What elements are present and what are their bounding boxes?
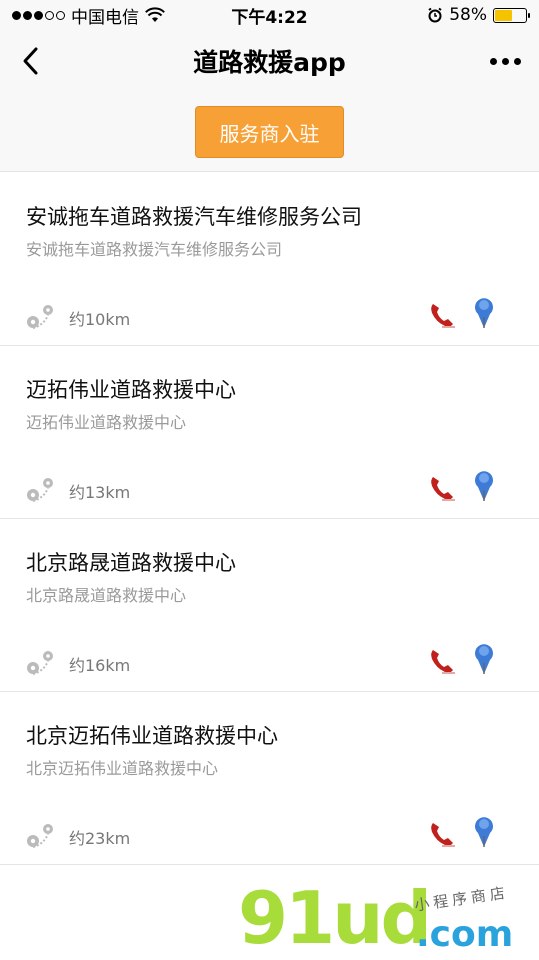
- route-icon: [27, 651, 53, 675]
- battery-level-fill: [495, 9, 513, 21]
- watermark-domain: .com: [416, 914, 514, 955]
- more-dot-icon: [513, 57, 521, 65]
- provider-subtitle: 安诚拖车道路救援汽车维修服务公司: [26, 240, 283, 259]
- phone-icon[interactable]: [428, 474, 456, 502]
- provider-name: 北京迈拓伟业道路救援中心: [26, 724, 278, 748]
- carrier-label: 中国电信: [71, 7, 139, 28]
- service-provider-join-button[interactable]: 服务商入驻: [195, 106, 344, 158]
- provider-name: 北京路晟道路救援中心: [26, 551, 236, 575]
- signal-strength-icon: [12, 10, 65, 20]
- list-item[interactable]: 北京迈拓伟业道路救援中心 北京迈拓伟业道路救援中心 约23km: [0, 692, 539, 865]
- watermark-brand: 91ud: [238, 876, 432, 960]
- back-button[interactable]: [10, 42, 50, 80]
- join-area: 服务商入驻: [0, 92, 539, 172]
- location-pin-icon[interactable]: [472, 641, 496, 675]
- provider-subtitle: 北京路晟道路救援中心: [26, 586, 187, 605]
- wifi-icon: [145, 7, 165, 22]
- status-time: 下午4:22: [231, 7, 308, 28]
- battery-icon: [493, 7, 530, 23]
- location-pin-icon[interactable]: [472, 814, 496, 848]
- nav-bar: 道路救援app: [0, 30, 539, 92]
- phone-icon[interactable]: [428, 301, 456, 329]
- distance-label: 约10km: [69, 310, 131, 329]
- more-dot-icon: [489, 57, 497, 65]
- list-item[interactable]: 北京路晟道路救援中心 北京路晟道路救援中心 约16km: [0, 519, 539, 692]
- location-pin-icon[interactable]: [472, 295, 496, 329]
- phone-icon[interactable]: [428, 820, 456, 848]
- provider-name: 安诚拖车道路救援汽车维修服务公司: [26, 205, 362, 229]
- page-title: 道路救援app: [193, 48, 346, 77]
- route-icon: [27, 824, 53, 848]
- alarm-clock-icon: [428, 7, 442, 23]
- list-item[interactable]: 迈拓伟业道路救援中心 迈拓伟业道路救援中心 约13km: [0, 346, 539, 519]
- watermark-logo: 91ud 小程序商店 .com: [238, 880, 538, 958]
- distance-label: 约23km: [69, 829, 131, 848]
- battery-percent: 58%: [449, 5, 487, 25]
- provider-list: 安诚拖车道路救援汽车维修服务公司 安诚拖车道路救援汽车维修服务公司 约10km …: [0, 173, 539, 865]
- distance-label: 约16km: [69, 656, 131, 675]
- status-right: 58%: [327, 5, 530, 25]
- phone-icon[interactable]: [428, 647, 456, 675]
- route-icon: [27, 305, 53, 329]
- more-options-button[interactable]: [485, 48, 525, 74]
- list-item[interactable]: 安诚拖车道路救援汽车维修服务公司 安诚拖车道路救援汽车维修服务公司 约10km: [0, 173, 539, 346]
- more-dot-icon: [501, 57, 509, 65]
- status-bar: 中国电信 下午4:22 58%: [0, 0, 539, 30]
- status-left: 中国电信: [12, 3, 212, 28]
- location-pin-icon[interactable]: [472, 468, 496, 502]
- provider-subtitle: 迈拓伟业道路救援中心: [26, 413, 187, 432]
- chevron-left-icon: [23, 47, 38, 75]
- route-icon: [27, 478, 53, 502]
- provider-subtitle: 北京迈拓伟业道路救援中心: [26, 759, 219, 778]
- provider-name: 迈拓伟业道路救援中心: [26, 378, 236, 402]
- distance-label: 约13km: [69, 483, 131, 502]
